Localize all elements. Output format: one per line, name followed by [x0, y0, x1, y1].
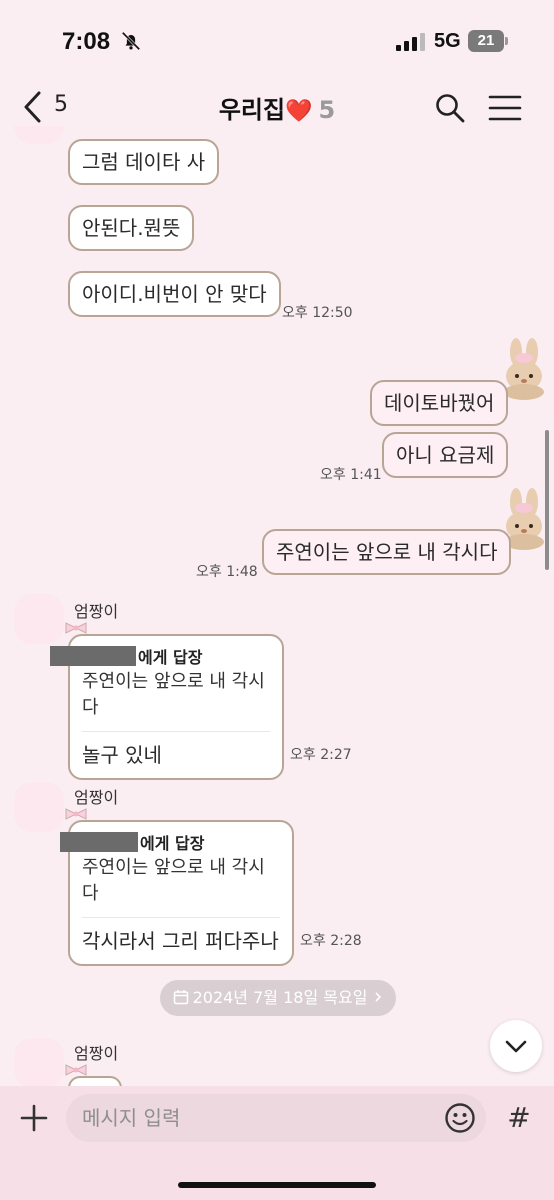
- redacted-name: [60, 832, 138, 852]
- sender-name: 엄짱이: [74, 788, 119, 807]
- date-text: 2024년 7월 18일 목요일: [192, 988, 368, 1007]
- chevron-down-icon: [505, 1040, 527, 1053]
- chat-title: 우리집❤️ 5: [0, 90, 554, 125]
- bell-off-icon: [121, 31, 141, 51]
- scroll-down-button[interactable]: [490, 1020, 542, 1072]
- avatar[interactable]: [14, 594, 64, 644]
- chat-name: 우리집: [218, 96, 286, 124]
- sender-name: 엄짱이: [74, 1044, 119, 1063]
- message-text: 놀구 있네: [82, 743, 162, 767]
- message-text: 각시라서 그리 퍼다주나: [82, 929, 279, 953]
- message-text: 아니 요금제: [396, 443, 495, 467]
- message-time: 오후 1:48: [196, 564, 258, 580]
- message-text: 데이토바꿨어: [384, 391, 495, 415]
- reply-quote: 주연이는 앞으로 내 각시다: [82, 855, 280, 918]
- network-type: 5G: [434, 30, 461, 52]
- date-divider[interactable]: 2024년 7월 18일 목요일: [160, 980, 396, 1016]
- status-time: 7:08: [62, 28, 111, 55]
- reply-bubble[interactable]: 에게 답장 주연이는 앞으로 내 각시다 놀구 있네: [50, 634, 284, 780]
- message-bubble[interactable]: 안된다.뭔뜻: [68, 205, 195, 251]
- message-time: 오후 2:28: [300, 933, 362, 949]
- message-bubble[interactable]: 주연이는 앞으로 내 각시다: [262, 529, 512, 575]
- message-time: 오후 1:41: [320, 467, 382, 483]
- signal-icon: [396, 33, 425, 51]
- message-bubble[interactable]: 아이디.비번이 안 맞다: [68, 271, 281, 317]
- avatar[interactable]: [14, 782, 64, 832]
- reply-header: 에게 답장: [60, 832, 280, 855]
- bow-icon: [65, 1064, 87, 1076]
- message-text: 주연이는 앞으로 내 각시다: [276, 540, 498, 564]
- reply-quote: 주연이는 앞으로 내 각시다: [82, 669, 270, 732]
- message-text: 그럼 데이타 사: [82, 150, 206, 174]
- message-text: 아이디.비번이 안 맞다: [82, 282, 267, 306]
- battery-icon: 21: [468, 30, 508, 52]
- search-icon[interactable]: [434, 92, 466, 124]
- heart-icon: ❤️: [285, 99, 313, 124]
- avatar[interactable]: [14, 1038, 64, 1088]
- sender-name: 엄짱이: [74, 602, 119, 621]
- chevron-right-icon: [375, 992, 382, 1002]
- calendar-icon: [173, 990, 188, 1005]
- scrollbar[interactable]: [545, 430, 549, 570]
- reply-label: 에게 답장: [138, 648, 203, 667]
- message-bubble[interactable]: 아니 요금제: [382, 432, 509, 478]
- redacted-name: [50, 646, 136, 666]
- message-input[interactable]: [66, 1094, 486, 1142]
- message-bubble[interactable]: 데이토바꿨어: [370, 380, 509, 426]
- menu-icon[interactable]: [488, 94, 522, 122]
- bow-icon: [65, 808, 87, 820]
- plus-icon[interactable]: [16, 1100, 52, 1136]
- battery-level: 21: [468, 30, 504, 52]
- message-time: 오후 12:50: [282, 305, 353, 321]
- message-bubble[interactable]: 그럼 데이타 사: [68, 139, 220, 185]
- reply-bubble[interactable]: 에게 답장 주연이는 앞으로 내 각시다 각시라서 그리 퍼다주나: [60, 820, 294, 966]
- message-time: 오후 2:27: [290, 747, 352, 763]
- home-indicator: [178, 1182, 376, 1188]
- bow-icon: [65, 622, 87, 634]
- emoji-icon[interactable]: [444, 1102, 476, 1134]
- reply-label: 에게 답장: [140, 834, 205, 853]
- hashtag-button[interactable]: #: [502, 1100, 536, 1136]
- message-text: 안된다.뭔뜻: [82, 216, 181, 240]
- member-count: 5: [318, 96, 336, 124]
- reply-header: 에게 답장: [50, 646, 270, 669]
